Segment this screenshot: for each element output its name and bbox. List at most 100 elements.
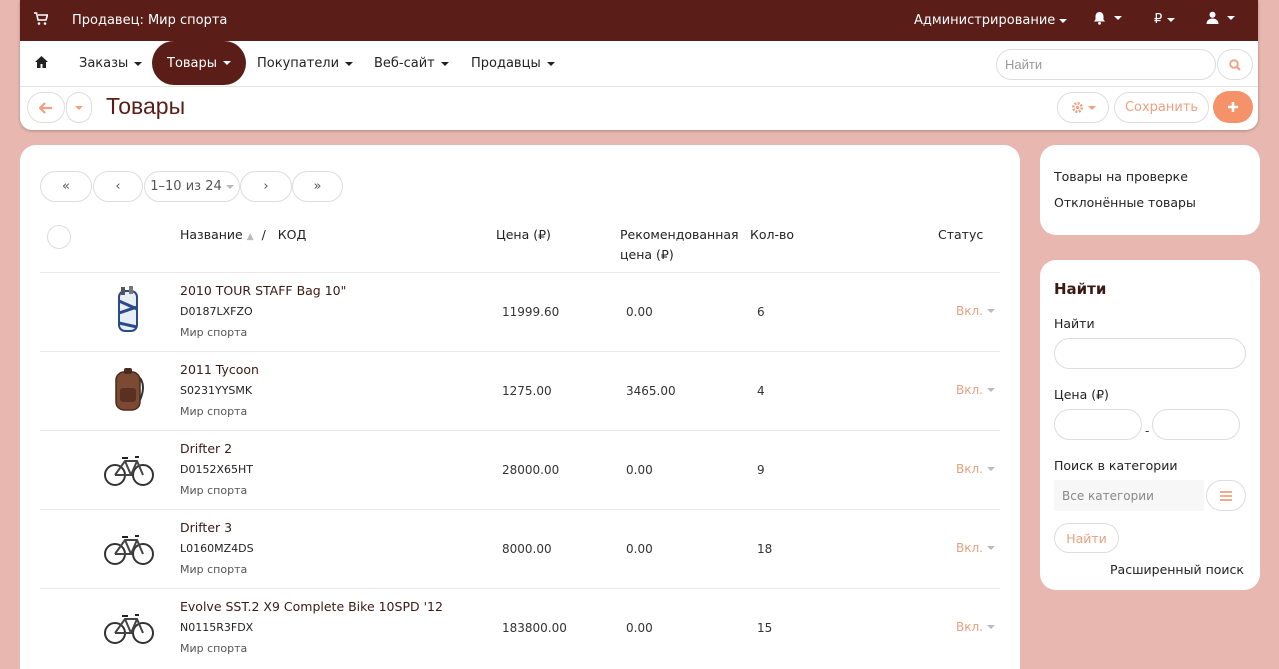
currency-menu[interactable]: ₽ (1154, 12, 1176, 27)
product-thumbnail[interactable] (103, 522, 155, 574)
nav-vendors[interactable]: Продавцы (471, 41, 555, 86)
product-code: L0160MZ4DS (180, 542, 254, 555)
page-toolbar: Товары Сохранить (20, 87, 1258, 130)
advanced-search-link[interactable]: Расширенный поиск (1110, 562, 1244, 577)
price-to-input[interactable] (1152, 409, 1240, 440)
product-thumbnail[interactable] (103, 285, 155, 337)
next-page-button[interactable]: › (240, 171, 292, 202)
nav-orders-label: Заказы (79, 56, 129, 71)
chevron-down-icon (440, 61, 449, 66)
header-rec-price[interactable]: Рекомендованная цена (₽) (620, 225, 739, 265)
chevron-down-icon (1227, 15, 1235, 20)
product-vendor: Мир спорта (180, 642, 248, 655)
product-qty: 9 (757, 463, 765, 477)
product-thumbnail[interactable] (103, 601, 155, 653)
status-dropdown[interactable]: Вкл. (956, 620, 995, 634)
nav-orders[interactable]: Заказы (79, 41, 143, 86)
back-button[interactable] (27, 92, 65, 123)
home-icon[interactable] (35, 56, 49, 70)
table-row[interactable]: Drifter 3 L0160MZ4DS Мир спорта 8000.00 0.00… (40, 509, 1000, 588)
filter-search-input[interactable] (1054, 338, 1246, 369)
user-icon (1206, 11, 1219, 24)
products-card: « ‹ 1–10 из 24 › » Название ▲ / КОД Цена… (20, 145, 1020, 669)
product-rec-price: 0.00 (626, 621, 653, 635)
price-from-input[interactable] (1054, 409, 1142, 440)
chevron-down-icon (1087, 105, 1096, 110)
search-input[interactable]: Найти (996, 49, 1216, 80)
back-dropdown-button[interactable] (66, 92, 92, 123)
search-button[interactable] (1217, 49, 1253, 80)
header-card: Продавец: Мир спорта Администрирование ₽… (20, 0, 1258, 130)
settings-button[interactable] (1057, 92, 1109, 123)
filter-card: Найти Найти Цена (₽) - Поиск в категории… (1040, 260, 1260, 590)
currency-label: ₽ (1154, 12, 1163, 27)
last-page-button[interactable]: » (292, 171, 343, 202)
status-label: Вкл. (956, 383, 983, 397)
admin-menu-label: Администрирование (914, 13, 1056, 28)
header-qty[interactable]: Кол-во (750, 225, 794, 245)
status-label: Вкл. (956, 304, 983, 318)
product-rec-price: 0.00 (626, 305, 653, 319)
category-picker-button[interactable] (1206, 480, 1246, 511)
header-code[interactable]: КОД (278, 227, 306, 242)
table-row[interactable]: 2010 TOUR STAFF Bag 10" D0187LXFZO Мир спо… (40, 272, 1000, 351)
filter-find-button[interactable]: Найти (1054, 523, 1119, 553)
product-thumbnail[interactable] (103, 443, 155, 495)
first-page-button[interactable]: « (40, 171, 92, 202)
status-dropdown[interactable]: Вкл. (956, 541, 995, 555)
chevron-down-icon (986, 546, 995, 550)
arrow-left-icon (39, 101, 52, 114)
page-range-label: 1–10 из 24 (150, 179, 222, 194)
chevron-down-icon (986, 625, 995, 629)
notifications-menu[interactable] (1093, 11, 1122, 25)
nav-customers[interactable]: Покупатели (257, 41, 354, 86)
product-name-link[interactable]: Evolve SST.2 X9 Complete Bike 10SPD '12 (180, 599, 443, 614)
chevron-down-icon (1114, 16, 1122, 20)
select-all-checkbox[interactable] (47, 225, 71, 249)
status-label: Вкл. (956, 462, 983, 476)
product-name-link[interactable]: 2011 Tycoon (180, 362, 259, 377)
product-code: D0187LXFZO (180, 305, 253, 318)
chevron-down-icon (75, 105, 83, 110)
add-product-button[interactable] (1213, 91, 1253, 123)
product-price: 28000.00 (502, 463, 560, 477)
nav-products[interactable]: Товары (152, 41, 247, 85)
prev-page-button[interactable]: ‹ (93, 171, 143, 202)
product-vendor: Мир спорта (180, 563, 248, 576)
admin-menu[interactable]: Администрирование (914, 13, 1068, 28)
status-dropdown[interactable]: Вкл. (956, 462, 995, 476)
product-thumbnail[interactable] (103, 364, 155, 416)
product-qty: 6 (757, 305, 765, 319)
link-rejected-products[interactable]: Отклонённые товары (1054, 195, 1196, 210)
product-code: N0115R3FDX (180, 621, 254, 634)
chevron-down-icon (225, 184, 234, 189)
product-name-link[interactable]: Drifter 3 (180, 520, 232, 535)
table-row[interactable]: Drifter 2 D0152X65HT Мир спорта 28000.00 0.0… (40, 430, 1000, 509)
status-dropdown[interactable]: Вкл. (956, 383, 995, 397)
header-name[interactable]: Название ▲ / КОД (180, 225, 306, 247)
vendor-label[interactable]: Продавец: Мир спорта (72, 13, 227, 28)
table-row[interactable]: 2011 Tycoon S0231YYSMK Мир спорта 1275.00 34… (40, 351, 1000, 430)
product-code: S0231YYSMK (180, 384, 253, 397)
filter-search-label: Найти (1054, 316, 1095, 331)
status-dropdown[interactable]: Вкл. (956, 304, 995, 318)
gear-icon (1071, 102, 1083, 113)
save-button[interactable]: Сохранить (1114, 92, 1209, 123)
nav-website[interactable]: Веб-сайт (374, 41, 449, 86)
category-input[interactable]: Все категории (1054, 480, 1204, 511)
product-price: 1275.00 (502, 384, 552, 398)
sort-asc-icon: ▲ (246, 232, 254, 242)
page-range-dropdown[interactable]: 1–10 из 24 (144, 171, 240, 202)
user-menu[interactable] (1206, 11, 1235, 24)
table-row[interactable]: Evolve SST.2 X9 Complete Bike 10SPD '12 N… (40, 588, 1000, 667)
search-icon (1229, 58, 1241, 71)
header-price[interactable]: Цена (₽) (496, 225, 551, 245)
chevron-down-icon (345, 61, 354, 66)
cart-icon[interactable] (34, 12, 49, 26)
nav-vendors-label: Продавцы (471, 56, 541, 71)
product-name-link[interactable]: 2010 TOUR STAFF Bag 10" (180, 283, 346, 298)
link-products-review[interactable]: Товары на проверке (1054, 169, 1188, 184)
filter-price-label: Цена (₽) (1054, 387, 1109, 402)
status-label: Вкл. (956, 541, 983, 555)
product-name-link[interactable]: Drifter 2 (180, 441, 232, 456)
